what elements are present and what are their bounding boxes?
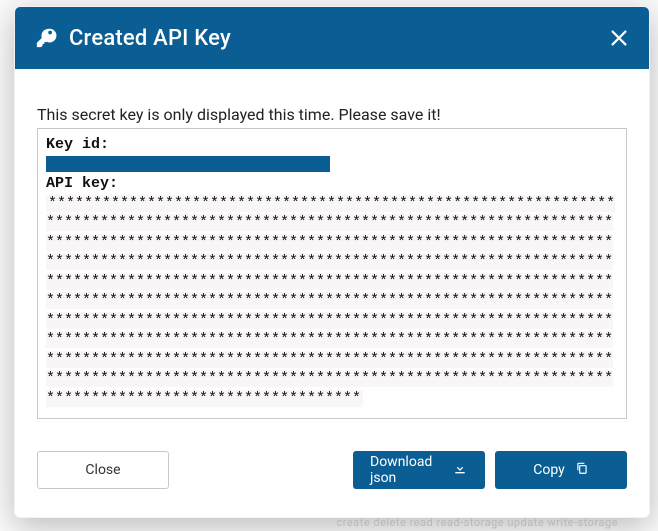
copy-icon	[575, 461, 589, 479]
copy-button[interactable]: Copy	[495, 451, 627, 489]
keyid-value-redacted	[46, 156, 330, 172]
warning-text: This secret key is only displayed this t…	[37, 105, 627, 124]
close-button-label: Close	[85, 462, 120, 478]
close-icon	[608, 27, 630, 49]
modal-body: This secret key is only displayed this t…	[15, 69, 649, 433]
close-button[interactable]	[603, 22, 635, 54]
api-key-modal: Created API Key This secret key is only …	[14, 6, 650, 518]
key-display-box: Key id: API key: ***********************…	[37, 128, 627, 419]
apikey-value: ****************************************…	[46, 195, 615, 407]
modal-title: Created API Key	[69, 26, 231, 51]
apikey-label: API key:	[46, 175, 118, 192]
copy-button-label: Copy	[533, 462, 565, 478]
background-hint-right: create delete read read-storage update w…	[337, 516, 618, 529]
close-modal-button[interactable]: Close	[37, 451, 169, 489]
keyid-label: Key id:	[46, 136, 109, 153]
modal-footer: Close Download json Copy	[15, 433, 649, 517]
download-json-button[interactable]: Download json	[353, 451, 485, 489]
modal-header: Created API Key	[15, 7, 649, 69]
key-icon	[35, 27, 57, 49]
download-icon	[452, 460, 468, 480]
download-button-label: Download json	[370, 454, 442, 486]
